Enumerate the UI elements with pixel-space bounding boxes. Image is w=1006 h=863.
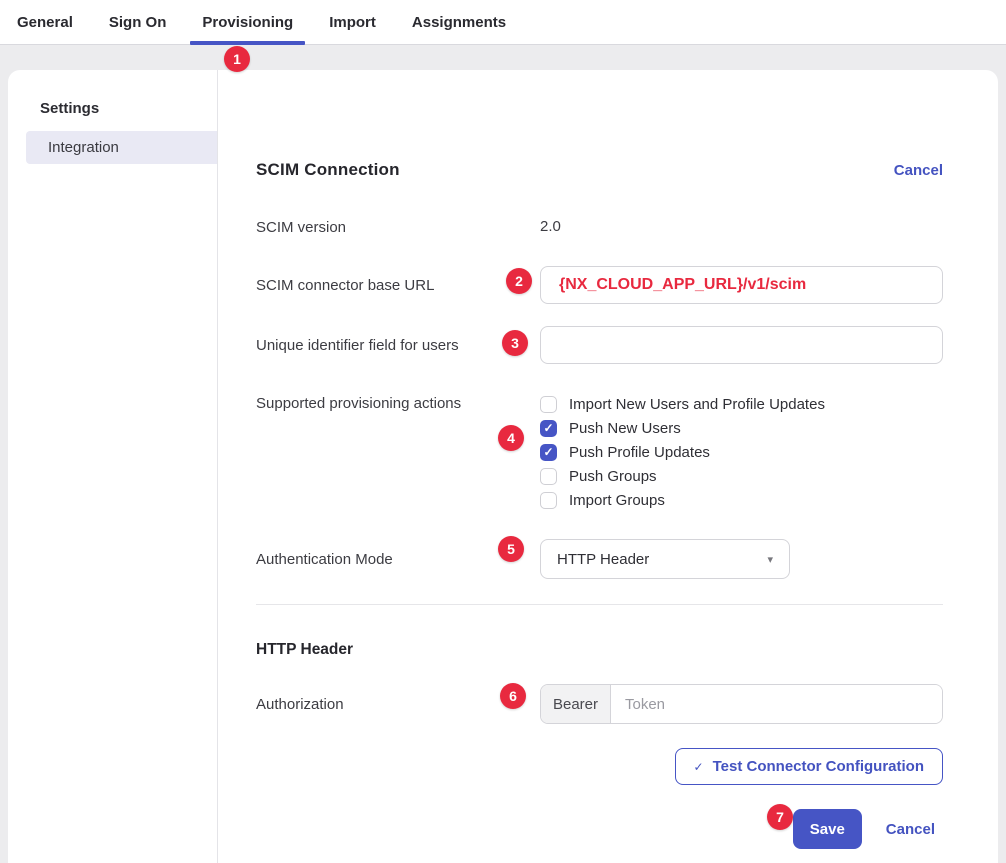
- provisioning-panel: Settings Integration SCIM Connection Can…: [8, 70, 998, 863]
- auth-mode-row: Authentication Mode HTTP Header ▾: [256, 539, 943, 579]
- check-icon: ✓: [543, 446, 553, 458]
- checkbox-import-groups[interactable]: ✓ Import Groups: [540, 488, 943, 512]
- annotation-badge-4: 4: [498, 425, 524, 451]
- base-url-input[interactable]: [540, 266, 943, 304]
- unique-id-input[interactable]: [540, 326, 943, 364]
- checkbox-import-new-users[interactable]: ✓ Import New Users and Profile Updates: [540, 392, 943, 416]
- annotation-badge-3: 3: [502, 330, 528, 356]
- auth-mode-select[interactable]: HTTP Header ▾: [540, 539, 790, 579]
- auth-mode-value: HTTP Header: [557, 551, 649, 568]
- authorization-row: Authorization Bearer: [256, 684, 943, 724]
- page-title: SCIM Connection: [256, 160, 400, 180]
- tab-import[interactable]: Import: [317, 0, 388, 44]
- authorization-field: Bearer: [540, 684, 943, 724]
- token-input[interactable]: [611, 685, 942, 723]
- tab-assignments[interactable]: Assignments: [400, 0, 518, 44]
- checkbox-icon: ✓: [540, 420, 557, 437]
- unique-id-label: Unique identifier field for users: [256, 337, 540, 354]
- app-screen: General Sign On Provisioning Import Assi…: [0, 0, 1006, 863]
- sidebar-item-integration[interactable]: Integration: [26, 131, 217, 164]
- save-button[interactable]: Save: [793, 809, 862, 849]
- annotation-badge-7: 7: [767, 804, 793, 830]
- checkbox-icon: ✓: [540, 444, 557, 461]
- cancel-link-bottom[interactable]: Cancel: [886, 821, 935, 838]
- section-divider: [256, 604, 943, 605]
- checkbox-label: Import New Users and Profile Updates: [569, 396, 825, 413]
- checkbox-icon: ✓: [540, 396, 557, 413]
- auth-mode-label: Authentication Mode: [256, 551, 540, 568]
- annotation-badge-2: 2: [506, 268, 532, 294]
- checkbox-label: Import Groups: [569, 492, 665, 509]
- http-header-section-title: HTTP Header: [256, 641, 943, 659]
- scim-version-label: SCIM version: [256, 219, 540, 236]
- checkbox-label: Push Groups: [569, 468, 657, 485]
- tab-provisioning[interactable]: Provisioning: [190, 0, 305, 44]
- checkbox-icon: ✓: [540, 492, 557, 509]
- tab-sign-on[interactable]: Sign On: [97, 0, 179, 44]
- authorization-label: Authorization: [256, 696, 540, 713]
- unique-id-row: Unique identifier field for users: [256, 326, 943, 364]
- app-tabbar: General Sign On Provisioning Import Assi…: [0, 0, 1006, 45]
- bearer-prefix: Bearer: [541, 685, 611, 723]
- checkbox-label: Push Profile Updates: [569, 444, 710, 461]
- test-connector-row: ✓ Test Connector Configuration: [256, 748, 943, 785]
- checkbox-push-profile-updates[interactable]: ✓ Push Profile Updates: [540, 440, 943, 464]
- sidebar-heading: Settings: [40, 100, 217, 117]
- provisioning-actions-row: Supported provisioning actions ✓ Import …: [256, 392, 943, 512]
- annotation-badge-1: 1: [224, 46, 250, 72]
- form-header: SCIM Connection Cancel: [256, 160, 943, 180]
- settings-sidebar: Settings Integration: [8, 70, 218, 863]
- check-icon: ✓: [694, 760, 704, 774]
- check-icon: ✓: [543, 422, 553, 434]
- checkbox-label: Push New Users: [569, 420, 681, 437]
- cancel-link-top[interactable]: Cancel: [894, 162, 943, 179]
- provisioning-actions-label: Supported provisioning actions: [256, 392, 540, 416]
- scim-connection-form: SCIM Connection Cancel SCIM version 2.0 …: [218, 70, 998, 863]
- test-connector-label: Test Connector Configuration: [713, 758, 924, 775]
- form-footer: Save Cancel: [256, 809, 943, 849]
- caret-down-icon: ▾: [767, 553, 773, 566]
- checkbox-icon: ✓: [540, 468, 557, 485]
- tab-general[interactable]: General: [5, 0, 85, 44]
- provisioning-actions-list: ✓ Import New Users and Profile Updates ✓…: [540, 392, 943, 512]
- base-url-label: SCIM connector base URL: [256, 277, 540, 294]
- checkbox-push-groups[interactable]: ✓ Push Groups: [540, 464, 943, 488]
- checkbox-push-new-users[interactable]: ✓ Push New Users: [540, 416, 943, 440]
- annotation-badge-5: 5: [498, 536, 524, 562]
- base-url-row: SCIM connector base URL: [256, 266, 943, 304]
- scim-version-value: 2.0: [540, 218, 561, 235]
- test-connector-button[interactable]: ✓ Test Connector Configuration: [675, 748, 943, 785]
- scim-version-row: SCIM version 2.0: [256, 218, 943, 236]
- annotation-badge-6: 6: [500, 683, 526, 709]
